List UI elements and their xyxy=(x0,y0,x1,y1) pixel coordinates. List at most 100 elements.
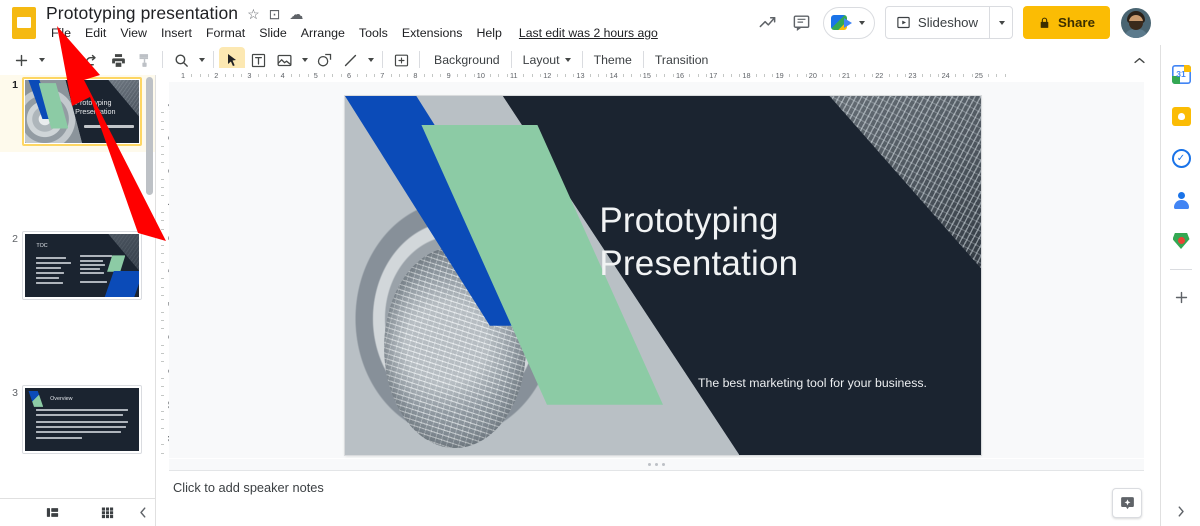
collapse-filmstrip-button[interactable] xyxy=(131,501,155,525)
ruler-tick xyxy=(954,74,956,77)
activity-trend-icon[interactable] xyxy=(751,6,785,40)
sidebar-keep[interactable] xyxy=(1161,95,1200,137)
calendar-day: 31 xyxy=(1176,69,1186,79)
notes-resize-handle[interactable] xyxy=(169,459,1144,471)
text-box-icon xyxy=(251,53,265,67)
speaker-notes-placeholder[interactable]: Click to add speaker notes xyxy=(173,480,324,495)
slide-filmstrip[interactable]: 1 Prototyping Presentation 2 TOC 3 Overv… xyxy=(0,75,156,498)
star-icon[interactable]: ☆ xyxy=(247,7,260,21)
magnifier-icon xyxy=(174,53,188,67)
sidebar-tasks[interactable]: ✓ xyxy=(1161,137,1200,179)
explore-button[interactable] xyxy=(1112,488,1142,518)
paint-format-button[interactable] xyxy=(131,47,157,73)
slide-thumbnail[interactable]: TOC xyxy=(22,231,142,300)
new-slide-dropdown-button[interactable] xyxy=(34,47,48,73)
ruler-tick-label: 2 xyxy=(214,71,219,80)
slide-number: 3 xyxy=(12,387,18,399)
ruler-tick xyxy=(971,74,973,77)
last-edit-link[interactable]: Last edit was 2 hours ago xyxy=(519,26,658,40)
present-icon xyxy=(897,16,910,29)
right-sidebar: 31 ✓ xyxy=(1160,45,1200,526)
slide-thumbnail[interactable]: Prototyping Presentation xyxy=(22,77,142,146)
ruler-tick xyxy=(161,162,164,164)
horizontal-ruler[interactable]: 1 2 3 4 5 6 7 8 9 10 11 12 13 14 15 16 17 18 19 20 21 22 23 24 2… xyxy=(169,68,1144,82)
move-to-folder-icon[interactable]: ⊡ xyxy=(269,7,281,21)
menu-edit[interactable]: Edit xyxy=(78,24,113,42)
expand-sidebar-button[interactable] xyxy=(1160,496,1200,526)
ruler-tick xyxy=(161,419,164,421)
ruler-tick-label: 10 xyxy=(476,71,485,80)
slideshow-dropdown-button[interactable] xyxy=(989,7,1012,38)
sidebar-add-addon-button[interactable] xyxy=(1161,276,1200,318)
slideshow-main[interactable]: Slideshow xyxy=(886,7,989,38)
ruler-tick-label: 4 xyxy=(280,71,285,80)
share-button[interactable]: Share xyxy=(1023,6,1110,39)
keep-icon xyxy=(1171,106,1191,126)
meet-caret-icon xyxy=(858,20,865,25)
ruler-tick xyxy=(797,74,799,77)
menu-help[interactable]: Help xyxy=(469,24,508,42)
thumb-art-title: Prototyping Presentation xyxy=(25,80,139,143)
menu-extensions[interactable]: Extensions xyxy=(395,24,470,42)
new-slide-button[interactable] xyxy=(8,47,34,73)
menu-slide[interactable]: Slide xyxy=(252,24,294,42)
print-button[interactable] xyxy=(105,47,131,73)
menu-arrange[interactable]: Arrange xyxy=(294,24,352,42)
ruler-tick xyxy=(365,74,367,77)
slide-subtitle-textbox[interactable]: The best marketing tool for your busines… xyxy=(698,376,927,390)
comment-icon[interactable] xyxy=(785,6,819,40)
ruler-tick xyxy=(672,74,674,77)
ruler-tick xyxy=(161,195,164,197)
filmstrip-scrollbar[interactable] xyxy=(146,77,153,195)
meet-button[interactable] xyxy=(822,6,875,39)
ruler-tick xyxy=(161,377,164,379)
ruler-tick-label: 24 xyxy=(941,71,950,80)
page-title[interactable]: Prototyping presentation xyxy=(46,3,238,24)
print-icon xyxy=(111,53,125,67)
ruler-tick xyxy=(465,74,467,77)
filmstrip-slide-2[interactable]: 2 TOC xyxy=(0,229,155,306)
filmstrip-slide-1[interactable]: 1 Prototyping Presentation xyxy=(0,75,155,152)
ruler-tick xyxy=(631,74,633,77)
ruler-tick xyxy=(407,74,409,77)
menu-tools[interactable]: Tools xyxy=(352,24,395,42)
speaker-notes-panel[interactable]: Click to add speaker notes xyxy=(157,471,1144,526)
plus-icon xyxy=(1175,291,1187,303)
ruler-tick xyxy=(161,253,164,255)
current-slide[interactable]: Prototyping Presentation The best market… xyxy=(345,96,981,455)
sidebar-maps[interactable] xyxy=(1161,221,1200,263)
cloud-status-icon[interactable]: ☁ xyxy=(289,7,303,21)
line-icon xyxy=(344,54,356,66)
account-avatar[interactable] xyxy=(1121,7,1151,38)
vertical-ruler[interactable]: 1234567891011121314 xyxy=(156,82,169,458)
ruler-tick-label: 7 xyxy=(380,71,385,80)
contacts-icon xyxy=(1172,191,1191,210)
ruler-tick xyxy=(456,74,458,77)
slide-title-textbox[interactable]: Prototyping Presentation xyxy=(599,200,955,285)
undo-button[interactable] xyxy=(53,47,79,73)
menu-file[interactable]: File xyxy=(44,24,78,42)
slide-thumbnail[interactable]: Overview xyxy=(22,385,142,454)
ruler-tick xyxy=(523,74,525,77)
grid-view-icon[interactable] xyxy=(95,501,119,525)
slideshow-button[interactable]: Slideshow xyxy=(884,6,1014,39)
menu-format[interactable]: Format xyxy=(199,24,252,42)
sidebar-contacts[interactable] xyxy=(1161,179,1200,221)
filmstrip-slide-3[interactable]: 3 Overview xyxy=(0,383,155,460)
thumb-art-overview: Overview xyxy=(25,388,139,451)
ruler-tick xyxy=(539,74,541,77)
ruler-tick xyxy=(531,74,533,77)
top-bar: Prototyping presentation ☆ ⊡ ☁ File Edit… xyxy=(0,0,1160,45)
filmstrip-view-icon[interactable] xyxy=(41,501,65,525)
ruler-tick xyxy=(838,74,840,77)
ruler-tick xyxy=(161,394,164,396)
slides-logo-icon[interactable] xyxy=(10,6,38,40)
menu-insert[interactable]: Insert xyxy=(154,24,199,42)
ruler-tick-label: 12 xyxy=(543,71,552,80)
sidebar-calendar[interactable]: 31 xyxy=(1161,53,1200,95)
thumb-title: TOC xyxy=(36,242,48,249)
ruler-tick xyxy=(241,74,243,77)
redo-button[interactable] xyxy=(79,47,105,73)
ruler-tick xyxy=(606,74,608,77)
menu-view[interactable]: View xyxy=(113,24,154,42)
